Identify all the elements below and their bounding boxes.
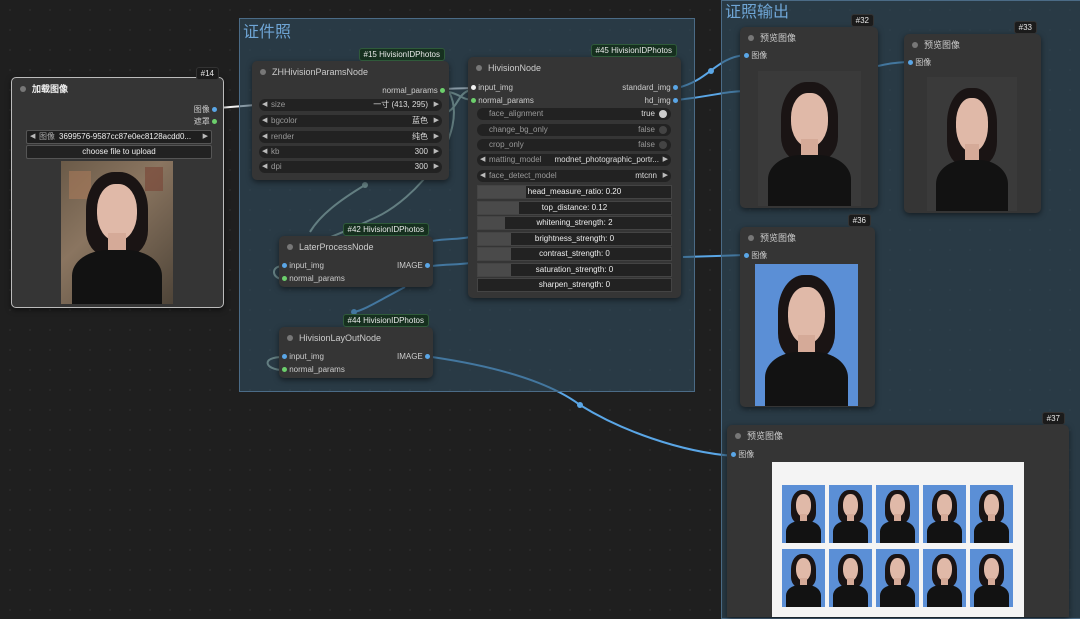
node-badge: #42 HivisionIDPhotos <box>342 223 429 236</box>
collapse-dot-icon[interactable] <box>735 433 741 439</box>
node-id-badge: #36 <box>847 214 871 227</box>
layout-photo-tile <box>970 485 1013 543</box>
layout-sheet-preview <box>772 462 1024 617</box>
matting-model-combo[interactable]: ◀ matting_model modnet_photographic_portr.… <box>477 154 671 166</box>
slider-3[interactable]: brightness_strength: 0 <box>477 231 672 246</box>
layout-photo-tile <box>970 549 1013 607</box>
node-title[interactable]: 预览图像 <box>904 34 1041 56</box>
group-title: 证件照 <box>243 24 292 41</box>
output-standard-img-port[interactable]: standard_img <box>622 82 678 94</box>
input-img-port[interactable]: input_img <box>282 351 324 363</box>
slider-6[interactable]: sharpen_strength: 0 <box>477 278 672 292</box>
collapse-dot-icon[interactable] <box>20 86 26 92</box>
bgcolor-combo[interactable]: ◀ bgcolor 蓝色 ▶ <box>259 115 442 127</box>
arrow-right-icon[interactable]: ▶ <box>203 131 208 143</box>
collapse-dot-icon[interactable] <box>287 335 293 341</box>
output-image-port[interactable]: IMAGE <box>397 260 430 272</box>
input-img-port[interactable]: input_img <box>282 260 324 272</box>
node-title[interactable]: HivisionNode <box>468 57 681 79</box>
input-image-port[interactable]: 图像 <box>744 50 767 62</box>
size-combo[interactable]: ◀ size 一寸 (413, 295) ▶ <box>259 99 442 111</box>
hivision-node[interactable]: #45 HivisionIDPhotos HivisionNode input_… <box>468 44 681 298</box>
layout-photo-tile <box>782 485 825 543</box>
collapse-dot-icon[interactable] <box>287 244 293 250</box>
face-alignment-toggle[interactable]: face_alignment true <box>477 108 671 120</box>
node-title[interactable]: 预览图像 <box>740 227 875 249</box>
slider-4[interactable]: contrast_strength: 0 <box>477 247 672 261</box>
group-title: 证照输出 <box>725 4 790 21</box>
slider-2[interactable]: whitening_strength: 2 <box>477 216 672 230</box>
image-combo[interactable]: ◀ 图像 3699576-9587cc87e0ec8128acdd0... ▶ <box>26 130 212 144</box>
input-img-port[interactable]: input_img <box>471 82 513 94</box>
node-badge: #15 HivisionIDPhotos <box>358 48 445 61</box>
layout-photo-tile <box>876 549 919 607</box>
output-hd-img-port[interactable]: hd_img <box>645 95 678 107</box>
slider-0[interactable]: head_measure_ratio: 0.20 <box>477 185 672 199</box>
input-image-port[interactable]: 图像 <box>908 57 931 69</box>
input-normal-params-port[interactable]: normal_params <box>471 95 534 107</box>
layout-node[interactable]: #44 HivisionIDPhotos HivisionLayOutNode … <box>279 314 433 378</box>
collapse-dot-icon[interactable] <box>748 235 754 241</box>
node-title[interactable]: 预览图像 <box>740 27 878 49</box>
output-image-port[interactable]: 图像 <box>194 104 217 116</box>
node-id-badge: #33 <box>1013 21 1037 34</box>
slider-5[interactable]: saturation_strength: 0 <box>477 262 672 277</box>
layout-photo-tile <box>923 485 966 543</box>
layout-photo-tile <box>782 549 825 607</box>
layout-photo-tile <box>876 485 919 543</box>
preview-image-node-33[interactable]: #33 预览图像 图像 <box>904 21 1041 213</box>
render-combo[interactable]: ◀ render 纯色 ▶ <box>259 131 442 143</box>
node-title[interactable]: LaterProcessNode <box>279 236 433 258</box>
input-normal-params-port[interactable]: normal_params <box>282 273 345 285</box>
load-image-node[interactable]: #14 加载图像 图像 遮罩 ◀ 图像 3699576-9587cc87e0ec… <box>11 67 224 308</box>
params-node[interactable]: #15 HivisionIDPhotos ZHHivisionParamsNod… <box>252 48 449 180</box>
preview-image-node-32[interactable]: #32 预览图像 图像 <box>740 14 878 208</box>
node-badge: #44 HivisionIDPhotos <box>342 314 429 327</box>
preview-image-node-36[interactable]: #36 预览图像 图像 <box>740 214 875 407</box>
output-image-port[interactable]: IMAGE <box>397 351 430 363</box>
output-normal-params-port[interactable]: normal_params <box>382 85 445 97</box>
node-title[interactable]: 预览图像 <box>727 425 1069 447</box>
node-title[interactable]: ZHHivisionParamsNode <box>252 61 449 83</box>
slider-1[interactable]: top_distance: 0.12 <box>477 200 672 215</box>
face-detect-model-combo[interactable]: ◀ face_detect_model mtcnn ▶ <box>477 170 671 182</box>
change-bg-only-toggle[interactable]: change_bg_only false <box>477 124 671 136</box>
collapse-dot-icon[interactable] <box>748 35 754 41</box>
node-title[interactable]: HivisionLayOutNode <box>279 327 433 349</box>
loaded-image-preview <box>61 161 173 304</box>
layout-photo-tile <box>829 485 872 543</box>
dpi-number[interactable]: ◀ dpi 300 ▶ <box>259 161 442 173</box>
arrow-left-icon[interactable]: ◀ <box>30 131 35 143</box>
collapse-dot-icon[interactable] <box>476 65 482 71</box>
collapse-dot-icon[interactable] <box>260 69 266 75</box>
layout-photo-tile <box>829 549 872 607</box>
preview-image-blue-bg <box>755 264 858 406</box>
node-id-badge: #37 <box>1041 412 1065 425</box>
upload-button[interactable]: choose file to upload <box>26 145 212 159</box>
preview-image <box>758 71 861 206</box>
input-normal-params-port[interactable]: normal_params <box>282 364 345 376</box>
input-image-port[interactable]: 图像 <box>744 250 767 262</box>
preview-image <box>927 77 1017 211</box>
node-badge: #45 HivisionIDPhotos <box>590 44 677 57</box>
preview-image-node-37[interactable]: #37 预览图像 图像 <box>727 412 1069 617</box>
input-image-port[interactable]: 图像 <box>731 449 754 461</box>
layout-photo-tile <box>923 549 966 607</box>
crop-only-toggle[interactable]: crop_only false <box>477 139 671 151</box>
kb-number[interactable]: ◀ kb 300 ▶ <box>259 146 442 158</box>
collapse-dot-icon[interactable] <box>912 42 918 48</box>
node-title[interactable]: 加载图像 <box>12 78 223 100</box>
node-id-badge: #32 <box>850 14 874 27</box>
output-mask-port[interactable]: 遮罩 <box>194 116 217 128</box>
later-process-node[interactable]: #42 HivisionIDPhotos LaterProcessNode in… <box>279 223 433 287</box>
